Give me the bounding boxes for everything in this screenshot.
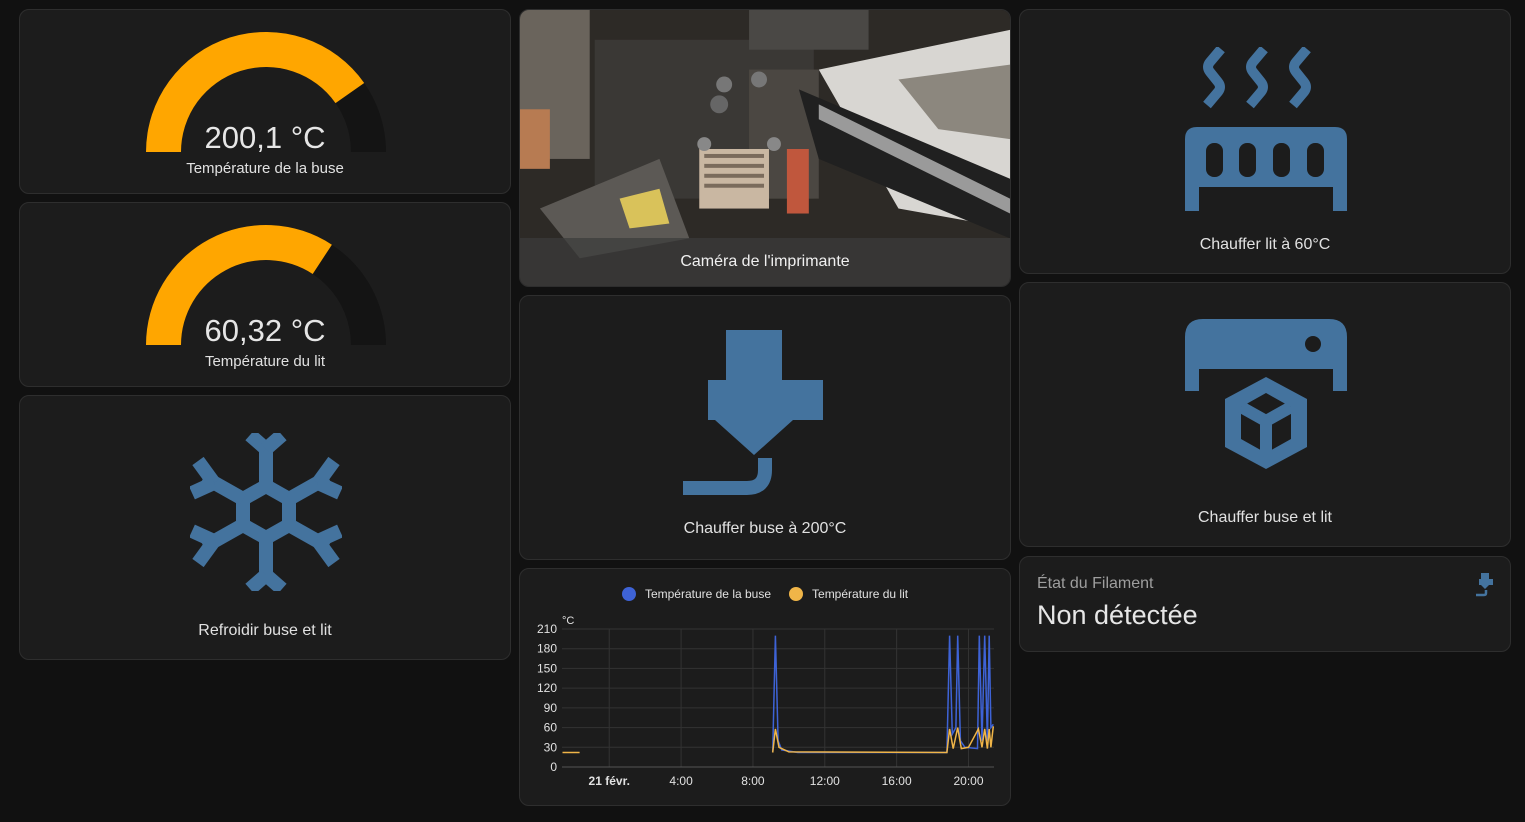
- cool-nozzle-and-bed-button[interactable]: Refroidir buse et lit: [19, 395, 511, 660]
- legend-label: Température du lit: [812, 587, 909, 601]
- button-label: Chauffer lit à 60°C: [1199, 236, 1331, 253]
- printer-camera-card[interactable]: Caméra de l'imprimante: [519, 9, 1011, 287]
- sensor-name: État du Filament: [1037, 575, 1154, 592]
- y-tick-label: 0: [550, 760, 557, 774]
- y-tick-label: 30: [544, 740, 558, 754]
- gauge-label: Température de la buse: [186, 160, 344, 177]
- radiator-heat-icon: [1185, 47, 1347, 211]
- button-label: Chauffer buse et lit: [1197, 509, 1332, 526]
- y-tick-label: 210: [537, 622, 557, 636]
- heat-nozzle-200-button[interactable]: Chauffer buse à 200°C: [519, 295, 1011, 560]
- bed-temperature-gauge-card[interactable]: 60,32 °C Température du lit: [19, 202, 511, 387]
- heat-nozzle-and-bed-button[interactable]: Chauffer buse et lit: [1019, 282, 1511, 547]
- gauge-label: Température du lit: [204, 353, 326, 370]
- sensor-value: Non détectée: [1037, 600, 1198, 630]
- legend-item-nozzle[interactable]: Température de la buse: [621, 587, 772, 601]
- y-tick-label: 60: [544, 721, 558, 735]
- chart-legend: Température de la buse Température du li…: [520, 587, 1010, 601]
- legend-label: Température de la buse: [644, 587, 772, 601]
- temperature-chart: °C 210 180 150 120 90 60 30 0 21 févr. 4:00 8:00 12:…: [537, 615, 995, 788]
- x-tick-label: 8:00: [741, 774, 765, 788]
- button-label: Refroidir buse et lit: [198, 622, 332, 639]
- legend-swatch: [621, 587, 636, 601]
- x-tick-label: 4:00: [669, 774, 693, 788]
- y-tick-label: 180: [537, 642, 557, 656]
- series-line: [771, 635, 994, 754]
- camera-caption: Caméra de l'imprimante: [520, 238, 1010, 286]
- nozzle-temperature-gauge-card[interactable]: 200,1 °C Température de la buse: [19, 9, 511, 194]
- x-tick-label: 12:00: [810, 774, 840, 788]
- printer-3d-nozzle-alert-icon: [1476, 573, 1493, 597]
- heat-bed-60-button[interactable]: Chauffer lit à 60°C: [1019, 9, 1511, 274]
- temperature-history-chart-card: Température de la buse Température du li…: [519, 568, 1011, 806]
- gauge-value: 60,32 °C: [204, 313, 326, 348]
- printer-3d-icon: [1185, 319, 1347, 469]
- y-tick-label: 150: [537, 661, 557, 675]
- filament-state-card[interactable]: État du Filament Non détectée: [1019, 556, 1511, 652]
- legend-swatch: [789, 587, 804, 601]
- snowflake-icon: [190, 433, 342, 591]
- x-tick-label: 20:00: [953, 774, 983, 788]
- x-tick-label: 21 févr.: [589, 774, 630, 788]
- y-axis-unit: °C: [562, 615, 574, 627]
- legend-item-bed[interactable]: Température du lit: [789, 587, 908, 601]
- gauge-value: 200,1 °C: [204, 120, 326, 155]
- y-tick-label: 90: [544, 701, 558, 715]
- printer-nozzle-icon: [683, 330, 823, 495]
- button-label: Chauffer buse à 200°C: [683, 520, 847, 537]
- x-tick-label: 16:00: [882, 774, 912, 788]
- y-tick-label: 120: [537, 681, 557, 695]
